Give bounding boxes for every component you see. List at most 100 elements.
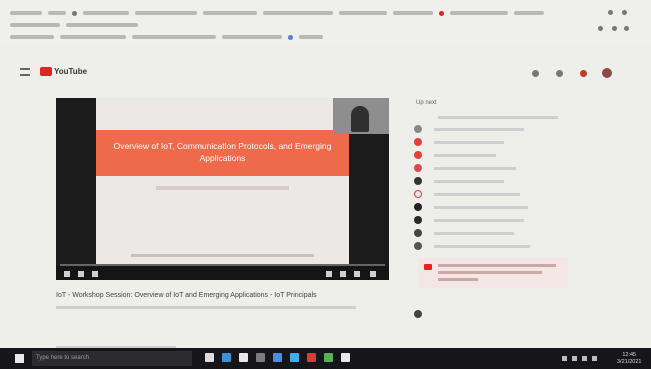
taskbar-clock[interactable]: 12:45 3/21/2021 (617, 352, 641, 366)
edge-icon[interactable] (222, 353, 231, 362)
home-icon (414, 151, 422, 159)
browser-menu-icon[interactable] (622, 10, 627, 15)
sidebar-item-text (434, 245, 530, 248)
browser-extension-icon[interactable] (608, 10, 613, 15)
volume-tray-icon[interactable] (582, 356, 587, 361)
video-player[interactable]: Overview of IoT, Communication Protocols… (56, 98, 389, 280)
sidebar-item-text (434, 128, 524, 131)
settings-icon[interactable] (340, 271, 346, 277)
youtube-play-icon (40, 67, 52, 76)
help-icon (414, 242, 422, 250)
bookmark-item[interactable] (66, 23, 138, 27)
avatar[interactable] (602, 68, 612, 78)
chrome-icon[interactable] (307, 353, 316, 362)
video-title: IoT - Workshop Session: Overview of IoT … (56, 292, 317, 299)
sidebar-item-text (434, 206, 528, 209)
captions-icon[interactable] (326, 271, 332, 277)
battery-icon[interactable] (592, 356, 597, 361)
sidebar-item[interactable] (414, 124, 574, 134)
youtube-logo-text: YouTube (54, 67, 88, 76)
tray-chevron-icon[interactable] (562, 356, 567, 361)
store-icon[interactable] (256, 353, 265, 362)
bookmark-item[interactable] (10, 11, 42, 15)
browser-extension-icon[interactable] (612, 26, 617, 31)
slide-title: Overview of IoT, Communication Protocols… (96, 130, 349, 176)
search-icon[interactable] (532, 70, 539, 77)
app-icon[interactable] (290, 353, 299, 362)
bookmark-item[interactable] (222, 35, 282, 39)
clock-icon (414, 190, 422, 198)
bookmark-item[interactable] (135, 11, 197, 15)
sidebar-item-text (438, 116, 558, 119)
taskbar-search-box[interactable]: Type here to search (32, 351, 192, 366)
slide-footer-line (131, 254, 314, 257)
sidebar-item-text (434, 193, 520, 196)
promo-text-line (438, 278, 478, 281)
next-icon[interactable] (78, 271, 84, 277)
app-icon[interactable] (324, 353, 333, 362)
browser-extension-icon[interactable] (598, 26, 603, 31)
sidebar-item[interactable] (414, 241, 574, 251)
theater-mode-icon[interactable] (354, 271, 360, 277)
network-icon[interactable] (572, 356, 577, 361)
presenter-figure (351, 106, 369, 132)
play-icon[interactable] (64, 271, 70, 277)
bookmark-item[interactable] (203, 11, 257, 15)
fullscreen-icon[interactable] (370, 271, 376, 277)
bookmark-favicon-icon (439, 10, 444, 16)
browser-bookmarks-bar (0, 0, 651, 44)
promo-text-line (438, 271, 542, 274)
settings-icon (414, 229, 422, 237)
sidebar-item[interactable] (414, 163, 574, 173)
sidebar-item[interactable] (414, 112, 574, 122)
bookmark-item[interactable] (299, 35, 323, 39)
bell-icon[interactable] (580, 70, 587, 77)
taskbar-date: 3/21/2021 (617, 359, 642, 365)
task-view-icon[interactable] (205, 353, 214, 362)
bookmark-item[interactable] (10, 23, 60, 27)
bookmark-item[interactable] (83, 11, 129, 15)
sidebar-item[interactable] (414, 176, 574, 186)
slide-subtitle-line (156, 186, 289, 190)
browser-extension-icon[interactable] (624, 26, 629, 31)
sidebar-item[interactable] (414, 150, 574, 160)
sidebar-item[interactable] (414, 202, 574, 212)
bookmark-item[interactable] (10, 35, 54, 39)
bookmark-item[interactable] (263, 11, 333, 15)
channel-icon (414, 125, 422, 133)
bookmark-item[interactable] (393, 11, 433, 15)
sidebar-item[interactable] (414, 215, 574, 225)
bookmark-item[interactable] (132, 35, 216, 39)
sidebar-item-text (434, 219, 524, 222)
windows-start-icon[interactable] (15, 354, 24, 363)
file-explorer-icon[interactable] (239, 353, 248, 362)
bookmark-item[interactable] (60, 35, 126, 39)
youtube-header: YouTube (0, 58, 651, 88)
bookmark-row (10, 22, 138, 28)
sidebar-item-text (434, 154, 496, 157)
apps-icon[interactable] (556, 70, 563, 77)
video-meta-line (56, 306, 356, 309)
youtube-logo[interactable]: YouTube (40, 67, 87, 76)
presentation-slide: Overview of IoT, Communication Protocols… (96, 98, 349, 268)
person-icon (414, 216, 422, 224)
bookmark-item[interactable] (48, 11, 66, 15)
lock-icon (414, 310, 422, 318)
volume-icon[interactable] (92, 271, 98, 277)
app-icon[interactable] (341, 353, 350, 362)
sidebar-promo-card[interactable] (418, 258, 568, 288)
bookmark-item[interactable] (450, 11, 508, 15)
sidebar-item[interactable] (414, 137, 574, 147)
sidebar-item[interactable] (414, 189, 574, 199)
hamburger-icon[interactable] (20, 68, 30, 76)
bookmark-item[interactable] (514, 11, 544, 15)
bookmark-item[interactable] (339, 11, 387, 15)
mail-icon[interactable] (273, 353, 282, 362)
bookmark-row (10, 34, 323, 40)
promo-text-line (438, 264, 556, 267)
youtube-play-icon (424, 264, 432, 270)
player-controls (56, 266, 389, 280)
sidebar-item[interactable] (414, 228, 574, 238)
home-icon (414, 138, 422, 146)
windows-taskbar: Type here to search 12:45 3/21/2021 (0, 348, 651, 369)
